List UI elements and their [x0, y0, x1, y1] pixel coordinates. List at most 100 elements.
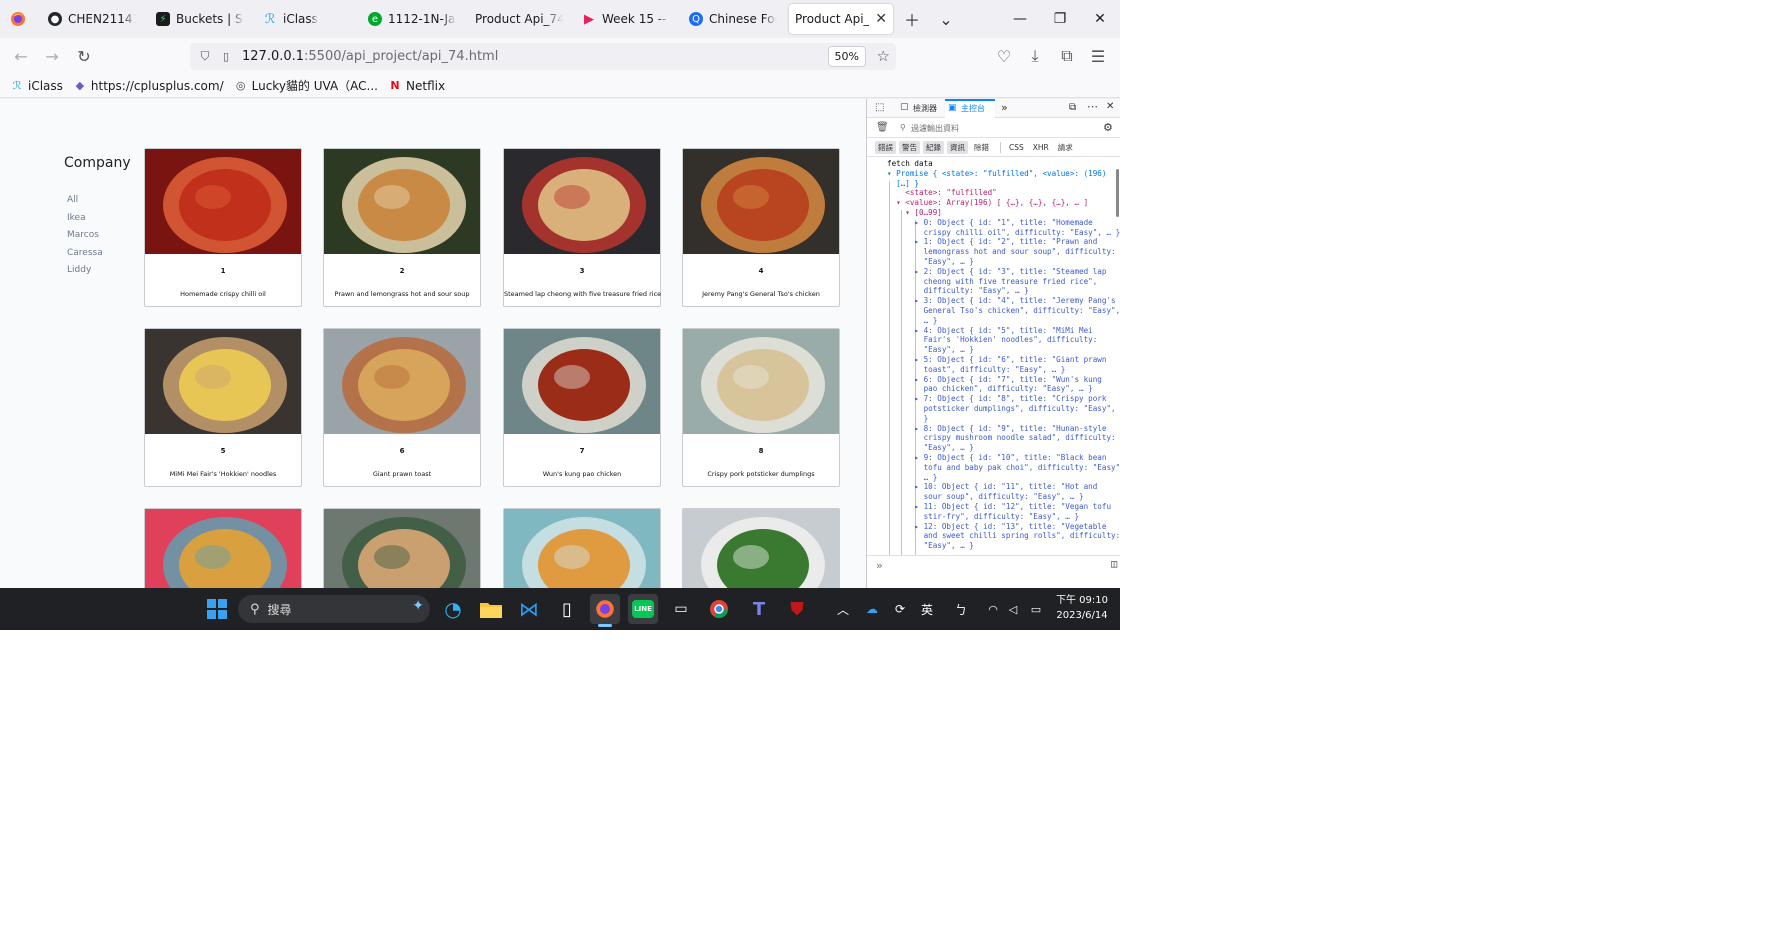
volume-icon[interactable]: ◁ [1005, 588, 1021, 630]
mcafee-icon[interactable]: ⛊ [782, 594, 812, 624]
console-line[interactable]: … } [887, 473, 938, 483]
product-card[interactable]: 1 Homemade crispy chilli oil [144, 148, 302, 307]
bookmark-uva[interactable]: ◎ Lucky貓的 UVA（AC... [234, 77, 378, 94]
terminal-icon[interactable]: ▭ [666, 594, 696, 624]
category-link-all[interactable]: All [67, 195, 78, 205]
console-line[interactable]: ▸ 8: Object { id: "9", title: "Hunan-sty… [887, 424, 1106, 434]
console-line[interactable]: ▸ 1: Object { id: "2", title: "Prawn and [887, 237, 1097, 247]
product-card[interactable]: 11 [503, 508, 661, 588]
bookmark-star-icon[interactable]: ☆ [877, 47, 890, 65]
console-line[interactable]: crispy chilli oil", difficulty: "Easy", … [887, 228, 1120, 238]
console-line[interactable]: <state>: "fulfilled" [887, 188, 996, 198]
console-input[interactable]: » ◫ [867, 555, 1120, 588]
console-line[interactable]: ▸ 0: Object { id: "1", title: "Homemade [887, 218, 1092, 228]
line-icon[interactable]: LINE [628, 594, 658, 624]
level-logs[interactable]: 紀錄 [923, 140, 944, 154]
battery-icon[interactable]: ▭ [1027, 588, 1045, 630]
reload-icon[interactable]: ↻ [70, 42, 98, 70]
back-arrow-icon[interactable]: ← [7, 42, 35, 70]
product-card[interactable]: 12 [682, 508, 840, 588]
firefox-taskbar-icon[interactable] [590, 594, 620, 627]
close-window-icon[interactable]: ✕ [1080, 0, 1120, 38]
page-info-icon[interactable]: ▯ [216, 50, 236, 63]
product-card[interactable]: 2 Prawn and lemongrass hot and sour soup [323, 148, 481, 307]
pocket-icon[interactable]: ♡ [990, 42, 1018, 70]
level-debug[interactable]: 除錯 [971, 141, 992, 154]
level-errors[interactable]: 錯誤 [875, 140, 896, 154]
level-xhr[interactable]: XHR [1030, 142, 1052, 153]
console-line[interactable]: ▸ 11: Object { id: "12", title: "Vegan t… [887, 502, 1111, 512]
onedrive-icon[interactable]: ☁ [862, 588, 882, 630]
extensions-icon[interactable]: ⧉ [1053, 42, 1081, 70]
console-line[interactable]: General Tso's chicken", difficulty: "Eas… [887, 306, 1120, 316]
console-line[interactable]: ▸ 3: Object { id: "4", title: "Jeremy Pa… [887, 296, 1115, 306]
bookmark-cplusplus[interactable]: ◆ https://cplusplus.com/ [73, 79, 224, 93]
tray-chevron-up-icon[interactable]: ︿ [835, 588, 851, 630]
vscode-icon[interactable]: ⋈ [514, 594, 544, 624]
shield-icon[interactable]: ⛉ [194, 49, 216, 64]
level-warnings[interactable]: 警告 [899, 140, 920, 154]
product-card[interactable]: 5 MiMi Mei Fair's 'Hokkien' noodles [144, 328, 302, 487]
tab-java[interactable]: e 1112-1N-Java [368, 0, 456, 38]
console-line[interactable]: cheong with five treasure fried rice", [887, 277, 1098, 287]
tab-console[interactable]: ▣ 主控台 [945, 99, 995, 118]
tab-week15[interactable]: ▶ Week 15 -- 1N [582, 0, 670, 38]
level-css[interactable]: CSS [1006, 142, 1027, 153]
console-line[interactable]: tofu and baby pak choi", difficulty: "Ea… [887, 463, 1120, 473]
teams-icon[interactable]: T [744, 594, 774, 624]
console-line[interactable]: Fair's 'Hokkien' noodles", difficulty: [887, 335, 1098, 345]
wifi-icon[interactable]: ◠ [985, 588, 1001, 630]
dock-icon[interactable]: ⧉ [1069, 102, 1076, 113]
system-clock[interactable]: 下午 09:10 2023/6/14 [1056, 593, 1108, 623]
new-tab-icon[interactable]: ＋ [898, 0, 926, 38]
settings-gear-icon[interactable]: ⚙ [1103, 121, 1113, 134]
console-line[interactable]: ▸ 12: Object { id: "13", title: "Vegetab… [887, 522, 1106, 532]
firefox-icon[interactable] [4, 0, 32, 38]
product-card[interactable]: 10 [323, 508, 481, 588]
tab-iclass[interactable]: ℛ iClass [263, 0, 343, 38]
console-line[interactable]: "Easy", … } [887, 443, 974, 453]
console-line[interactable]: … } [887, 316, 938, 326]
close-tab-icon[interactable]: ✕ [875, 11, 887, 27]
tab-product-api[interactable]: Product Api_74 [475, 0, 563, 38]
console-line[interactable]: pao chicken", difficulty: "Easy", … } [887, 384, 1093, 394]
category-link-marcos[interactable]: Marcos [67, 230, 99, 240]
ime-language-indicator[interactable]: 英 [917, 588, 937, 630]
ime-mode-indicator[interactable]: ㄅ [951, 588, 971, 630]
console-line[interactable]: ▸ 4: Object { id: "5", title: "MiMi Mei [887, 326, 1092, 336]
trash-icon[interactable]: 🗑 [876, 122, 889, 133]
console-line[interactable]: ▸ 6: Object { id: "7", title: "Wun's kun… [887, 375, 1101, 385]
console-line[interactable]: lemongrass hot and sour soup", difficult… [887, 247, 1116, 257]
zoom-level-button[interactable]: 50% [827, 46, 866, 67]
console-line[interactable]: difficulty: "Easy", … } [887, 286, 1029, 296]
console-line[interactable]: ▾ <value>: Array(196) [ {…}, {…}, {…}, …… [887, 198, 1088, 208]
forward-arrow-icon[interactable]: → [38, 42, 66, 70]
console-line[interactable]: toast", difficulty: "Easy", … } [887, 365, 1066, 375]
console-line[interactable]: } [887, 414, 929, 424]
console-line[interactable]: and sweet chilli spring rolls", difficul… [887, 531, 1120, 541]
product-card[interactable]: 9 [144, 508, 302, 588]
tab-chinese-food[interactable]: Q Chinese Food [689, 0, 777, 38]
bookmark-netflix[interactable]: N Netflix [388, 79, 445, 93]
console-line[interactable]: ▸ 9: Object { id: "10", title: "Black be… [887, 453, 1106, 463]
file-explorer-icon[interactable] [476, 594, 506, 624]
product-card[interactable]: 4 Jeremy Pang's General Tso's chicken [682, 148, 840, 307]
console-line[interactable]: ▾ Promise { <state>: "fulfilled", <value… [887, 169, 1106, 179]
console-line[interactable]: "Easy", … } [887, 541, 974, 551]
level-info[interactable]: 資訊 [947, 140, 968, 154]
edge-icon[interactable]: ◔ [438, 594, 468, 624]
console-line[interactable]: ▸ 10: Object { id: "11", title: "Hot and [887, 482, 1097, 492]
tab-list-chevron-down-icon[interactable]: ⌄ [932, 0, 960, 38]
more-options-icon[interactable]: ⋯ [1087, 100, 1098, 113]
console-line[interactable]: ▸ 5: Object { id: "6", title: "Giant pra… [887, 355, 1106, 365]
windows-start-icon[interactable] [202, 594, 232, 624]
tab-product-api-active[interactable]: Product Api_74 ✕ [789, 4, 893, 34]
url-bar[interactable]: ⛉ ▯ 127.0.0.1:5500/api_project/api_74.ht… [190, 43, 896, 70]
menu-hamburger-icon[interactable]: ☰ [1084, 42, 1112, 70]
element-picker-icon[interactable]: ⬚ [875, 102, 884, 113]
bookmark-iclass[interactable]: ℛ iClass [10, 79, 63, 93]
console-line[interactable]: ▾ [0…99] [887, 208, 942, 218]
console-line[interactable]: stir-fry", difficulty: "Easy", … } [887, 512, 1079, 522]
download-icon[interactable]: ⤓ [1021, 42, 1049, 70]
minimize-icon[interactable]: — [1000, 0, 1040, 38]
